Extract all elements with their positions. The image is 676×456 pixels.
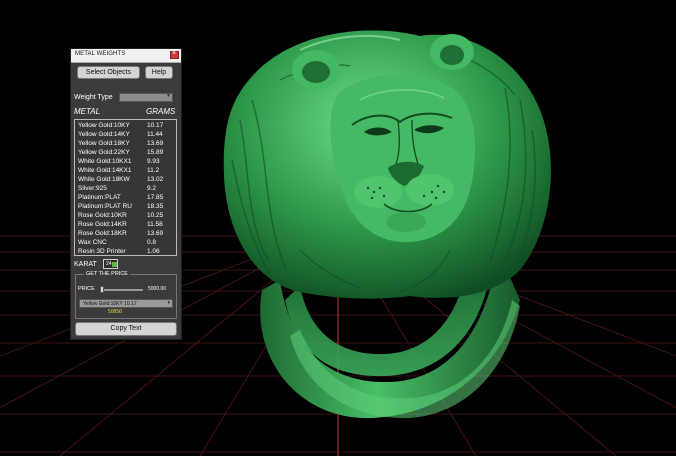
price-max-value: 5000.00 [148, 286, 167, 292]
price-label: PRICE [78, 286, 95, 292]
list-item[interactable]: Rose Gold:14KR 11.58 [78, 221, 176, 230]
panel-title: METAL WEIGHTS [75, 51, 126, 57]
list-item[interactable]: Resin 3D Printer 1.06 [78, 248, 176, 257]
close-icon: × [172, 50, 177, 57]
metal-column-header: METAL [74, 107, 101, 116]
karat-input[interactable]: 24 [103, 259, 118, 269]
list-item[interactable]: Platinum:PLAT 17.85 [78, 194, 176, 203]
list-item[interactable]: Rose Gold:10KR 10.25 [78, 212, 176, 221]
price-slider-track[interactable] [101, 289, 143, 291]
karat-label: KARAT [74, 261, 97, 268]
list-item[interactable]: Yellow Gold:18KY 13.69 [78, 140, 176, 149]
price-metal-selected: Yellow Gold:10KY 10.17 [83, 301, 137, 307]
list-item[interactable]: Silver:925 9.2 [78, 185, 176, 194]
help-button[interactable]: Help [145, 66, 173, 79]
panel-titlebar[interactable]: METAL WEIGHTS × [71, 49, 181, 63]
list-item[interactable]: Platinum:PLAT RU 18.35 [78, 203, 176, 212]
price-result: 50850 [108, 309, 122, 315]
copy-text-button[interactable]: Copy Text [75, 322, 177, 336]
weight-type-label: Weight Type [74, 94, 113, 101]
metal-weights-panel: METAL WEIGHTS × Select Objects Help Weig… [70, 48, 182, 340]
get-price-group: GET THE PRICE PRICE 5000.00 Yellow Gold:… [75, 271, 177, 319]
list-item[interactable]: Yellow Gold:14KY 11.44 [78, 131, 176, 140]
list-item[interactable]: Yellow Gold:22KY 15.89 [78, 149, 176, 158]
grams-column-header: GRAMS [146, 107, 176, 116]
list-item[interactable]: Rose Gold:18KR 13.69 [78, 230, 176, 239]
list-item[interactable]: White Gold:10KX1 9.93 [78, 158, 176, 167]
metal-weight-list[interactable]: Yellow Gold:10KY 10.17 Yellow Gold:14KY 11… [74, 119, 177, 256]
price-slider-handle[interactable] [100, 286, 104, 293]
list-item[interactable]: Yellow Gold:10KY 10.17 [78, 122, 176, 131]
select-objects-button[interactable]: Select Objects [77, 66, 140, 79]
karat-toggle[interactable] [112, 262, 117, 267]
get-price-label: GET THE PRICE [84, 271, 130, 277]
close-button[interactable]: × [170, 50, 179, 59]
karat-value: 24 [106, 261, 112, 267]
list-item[interactable]: White Gold:18KW 13.02 [78, 176, 176, 185]
price-metal-select[interactable]: Yellow Gold:10KY 10.17 ▾ [79, 299, 173, 308]
weight-type-select[interactable]: ▾ [119, 93, 173, 102]
list-item[interactable]: Wax CNC 0.8 [78, 239, 176, 248]
list-item[interactable]: White Gold:14KX1 11.2 [78, 167, 176, 176]
chevron-down-icon: ▾ [167, 300, 170, 306]
chevron-down-icon: ▾ [166, 93, 170, 99]
